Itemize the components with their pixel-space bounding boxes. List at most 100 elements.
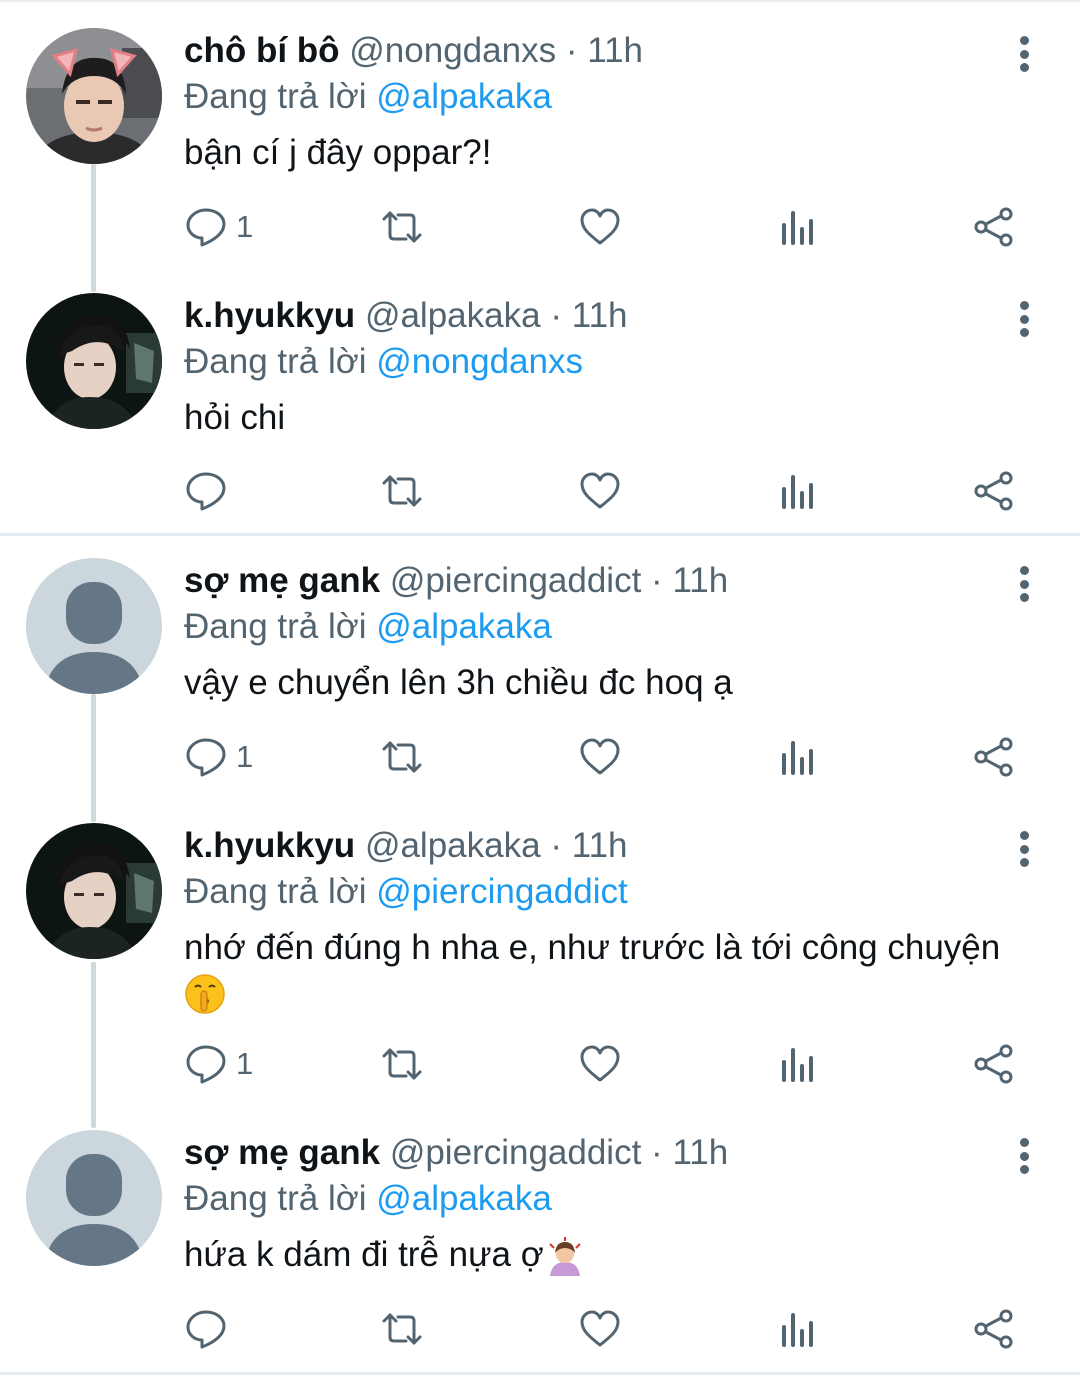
share-icon <box>974 471 1013 511</box>
mention-link[interactable]: @nongdanxs <box>376 342 583 381</box>
like-button[interactable] <box>578 1040 622 1088</box>
tweet-header: sợ mẹ gank @piercingaddict · 11h <box>184 1130 1054 1176</box>
mention-link[interactable]: @piercingaddict <box>376 872 628 911</box>
thread-line <box>91 962 96 1128</box>
more-options-button[interactable] <box>1004 1136 1044 1176</box>
like-button[interactable] <box>578 733 622 781</box>
bottom-divider <box>0 1372 1080 1375</box>
replying-to-label: Đang trả lời <box>184 872 367 911</box>
display-name[interactable]: sợ mẹ gank <box>184 561 380 600</box>
avatar[interactable] <box>26 1130 162 1266</box>
mention-link[interactable]: @alpakaka <box>376 1179 552 1218</box>
timestamp[interactable]: 11h <box>587 31 643 70</box>
more-options-button[interactable] <box>1004 564 1044 604</box>
replying-to-label: Đang trả lời <box>184 77 367 116</box>
analytics-button[interactable] <box>776 203 820 251</box>
more-options-icon <box>1019 1138 1029 1147</box>
mention-link[interactable]: @alpakaka <box>376 77 552 116</box>
reply-button[interactable]: 1 <box>184 733 253 781</box>
reply-count: 1 <box>236 209 254 244</box>
reply-button[interactable] <box>184 1305 236 1353</box>
replying-to: Đang trả lời @alpakaka <box>184 604 1054 650</box>
reply-count: 1 <box>236 739 254 774</box>
user-handle[interactable]: @nongdanxs <box>349 31 556 70</box>
timestamp[interactable]: 11h <box>672 1133 728 1172</box>
replying-to-label: Đang trả lời <box>184 607 367 646</box>
user-handle[interactable]: @alpakaka <box>365 296 541 335</box>
analytics-button[interactable] <box>776 733 820 781</box>
retweet-button[interactable] <box>380 467 424 515</box>
retweet-button[interactable] <box>380 1305 424 1353</box>
display-name[interactable]: k.hyukkyu <box>184 826 355 865</box>
retweet-button[interactable] <box>380 733 424 781</box>
more-options-button[interactable] <box>1004 34 1044 74</box>
like-button[interactable] <box>578 1305 622 1353</box>
tweet-header: k.hyukkyu @alpakaka · 11h <box>184 823 1054 869</box>
tweet-actions: 1 <box>184 203 1034 251</box>
more-options-button[interactable] <box>1004 829 1044 869</box>
share-button[interactable] <box>972 1040 1016 1088</box>
timestamp[interactable]: 11h <box>672 561 728 600</box>
heart-icon <box>580 208 620 245</box>
replying-to: Đang trả lời @piercingaddict <box>184 869 1054 915</box>
timestamp[interactable]: 11h <box>572 296 628 335</box>
tweet-text: vậy e chuyển lên 3h chiều đc hoq ạ <box>184 663 733 702</box>
analytics-icon <box>782 741 813 775</box>
like-button[interactable] <box>578 203 622 251</box>
retweet-icon <box>382 475 422 507</box>
avatar[interactable] <box>26 293 162 429</box>
reply-count: 1 <box>236 1046 254 1081</box>
retweet-button[interactable] <box>380 1040 424 1088</box>
retweet-icon <box>382 211 422 243</box>
thread-line <box>91 164 96 292</box>
share-button[interactable] <box>972 733 1016 781</box>
shushing-face-emoji-icon <box>185 974 225 1014</box>
top-divider <box>0 0 1080 2</box>
tweet-text: bận cí j đây oppar?! <box>184 133 492 172</box>
tweet-text: nhớ đến đúng h nha e, như trước là tới c… <box>184 926 1054 1015</box>
avatar[interactable] <box>26 558 162 694</box>
separator-dot: · <box>565 31 578 70</box>
tweet-header: chô bí bô @nongdanxs · 11h <box>184 28 1054 74</box>
tweet-header: sợ mẹ gank @piercingaddict · 11h <box>184 558 1054 604</box>
retweet-button[interactable] <box>380 203 424 251</box>
share-button[interactable] <box>972 1305 1016 1353</box>
dark-portrait-avatar-icon <box>26 823 162 959</box>
timestamp[interactable]: 11h <box>572 826 628 865</box>
replying-to: Đang trả lời @alpakaka <box>184 1176 1054 1222</box>
tweet-text: hứa k dám đi trễ nựa ợ <box>184 1233 1054 1278</box>
share-icon <box>974 1309 1013 1349</box>
display-name[interactable]: chô bí bô <box>184 31 340 70</box>
default-avatar-icon <box>26 1130 162 1266</box>
share-button[interactable] <box>972 203 1016 251</box>
more-options-button[interactable] <box>1004 299 1044 339</box>
separator-dot: · <box>651 561 663 600</box>
user-handle[interactable]: @piercingaddict <box>390 1133 642 1172</box>
avatar[interactable] <box>26 28 162 164</box>
display-name[interactable]: sợ mẹ gank <box>184 1133 380 1172</box>
reply-icon <box>186 1045 226 1084</box>
display-name[interactable]: k.hyukkyu <box>184 296 355 335</box>
separator-dot: · <box>550 296 562 335</box>
user-handle[interactable]: @alpakaka <box>365 826 541 865</box>
conversation-divider <box>0 533 1080 536</box>
reply-button[interactable]: 1 <box>184 203 253 251</box>
cat-ear-boy-avatar-icon <box>26 28 162 164</box>
analytics-icon <box>782 1048 813 1082</box>
replying-to: Đang trả lời @alpakaka <box>184 74 1054 120</box>
mention-link[interactable]: @alpakaka <box>376 607 552 646</box>
analytics-button[interactable] <box>776 1040 820 1088</box>
reply-button[interactable] <box>184 467 236 515</box>
analytics-button[interactable] <box>776 467 820 515</box>
share-icon <box>974 737 1013 777</box>
person-bowing-emoji-icon <box>548 1236 581 1276</box>
share-button[interactable] <box>972 467 1016 515</box>
reply-button[interactable]: 1 <box>184 1040 253 1088</box>
like-button[interactable] <box>578 467 622 515</box>
analytics-button[interactable] <box>776 1305 820 1353</box>
analytics-icon <box>782 211 813 245</box>
replying-to-label: Đang trả lời <box>184 342 367 381</box>
avatar[interactable] <box>26 823 162 959</box>
user-handle[interactable]: @piercingaddict <box>390 561 642 600</box>
reply-icon <box>186 472 226 511</box>
